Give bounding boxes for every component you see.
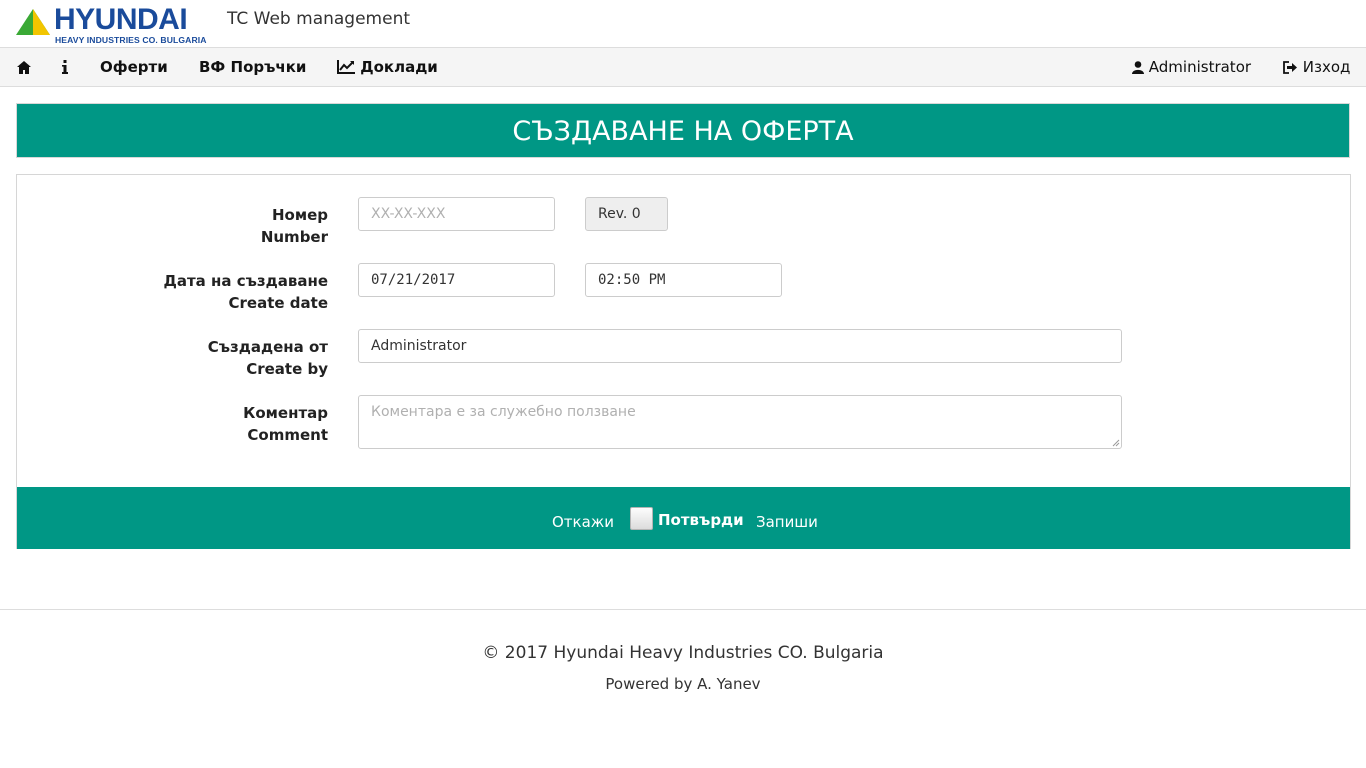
comment-label-bg: Коментар — [243, 404, 328, 422]
page-header: HYUNDAI HEAVY INDUSTRIES CO. BULGARIA TC… — [0, 0, 1366, 47]
nav-user[interactable]: Administrator — [1132, 48, 1251, 86]
nav-home[interactable] — [17, 48, 31, 86]
footer-powered-by: Powered by A. Yanev — [605, 675, 761, 693]
comment-label: Коментар Comment — [88, 402, 328, 446]
nav-offers[interactable]: Оферти — [100, 48, 168, 86]
save-button[interactable]: Запиши — [756, 509, 818, 535]
number-label-en: Number — [260, 228, 328, 246]
created-by-label: Създадена от Create by — [88, 336, 328, 380]
create-time-input[interactable]: 02:50 PM — [585, 263, 782, 297]
nav-logout[interactable]: Изход — [1283, 48, 1350, 86]
offer-form-panel: Номер Number XX-XX-XXX Rev. 0 Дата на съ… — [16, 174, 1351, 549]
page-title: СЪЗДАВАНЕ НА ОФЕРТА — [16, 103, 1350, 158]
created-by-input[interactable]: Administrator — [358, 329, 1122, 363]
main-navbar: Оферти ВФ Поръчки Доклади Administrator … — [0, 47, 1366, 87]
nav-user-label: Administrator — [1148, 58, 1252, 76]
nav-vf-orders[interactable]: ВФ Поръчки — [199, 48, 306, 86]
confirm-label[interactable]: Потвърди — [658, 507, 744, 533]
number-input[interactable]: XX-XX-XXX — [358, 197, 555, 231]
nav-logout-label: Изход — [1302, 58, 1351, 76]
user-icon — [1132, 61, 1144, 74]
create-date-label-en: Create date — [228, 294, 328, 312]
comment-label-en: Comment — [247, 426, 328, 444]
logo-triangle-icon — [16, 9, 50, 35]
nav-reports-label: Доклади — [360, 58, 438, 76]
create-date-label-bg: Дата на създаване — [163, 272, 329, 290]
home-icon — [17, 61, 31, 74]
created-by-label-en: Create by — [246, 360, 328, 378]
app-title: TC Web management — [227, 9, 411, 29]
number-label: Номер Number — [88, 204, 328, 248]
revision-field: Rev. 0 — [585, 197, 668, 231]
footer-divider — [0, 609, 1366, 610]
cancel-button[interactable]: Откажи — [552, 509, 614, 535]
create-date-label: Дата на създаване Create date — [88, 270, 329, 314]
resize-handle-icon[interactable] — [1112, 439, 1120, 447]
number-label-bg: Номер — [271, 206, 328, 224]
hyundai-logo[interactable]: HYUNDAI HEAVY INDUSTRIES CO. BULGARIA — [16, 3, 214, 45]
comment-placeholder: Коментара е за служебно ползване — [371, 404, 636, 420]
info-icon — [62, 60, 68, 74]
sign-out-icon — [1283, 61, 1297, 74]
comment-textarea[interactable]: Коментара е за служебно ползване — [358, 395, 1122, 449]
create-date-input[interactable]: 07/21/2017 — [358, 263, 555, 297]
confirm-checkbox[interactable] — [630, 507, 653, 530]
footer-copyright: © 2017 Hyundai Heavy Industries CO. Bulg… — [482, 643, 884, 663]
nav-reports[interactable]: Доклади — [337, 48, 438, 86]
nav-info[interactable] — [62, 48, 68, 86]
chart-line-icon — [337, 60, 355, 74]
form-actions-bar: Откажи Потвърди Запиши — [17, 487, 1350, 549]
logo-wordmark: HYUNDAI — [54, 3, 188, 36]
created-by-label-bg: Създадена от — [207, 338, 328, 356]
logo-subtitle: HEAVY INDUSTRIES CO. BULGARIA — [55, 35, 207, 45]
